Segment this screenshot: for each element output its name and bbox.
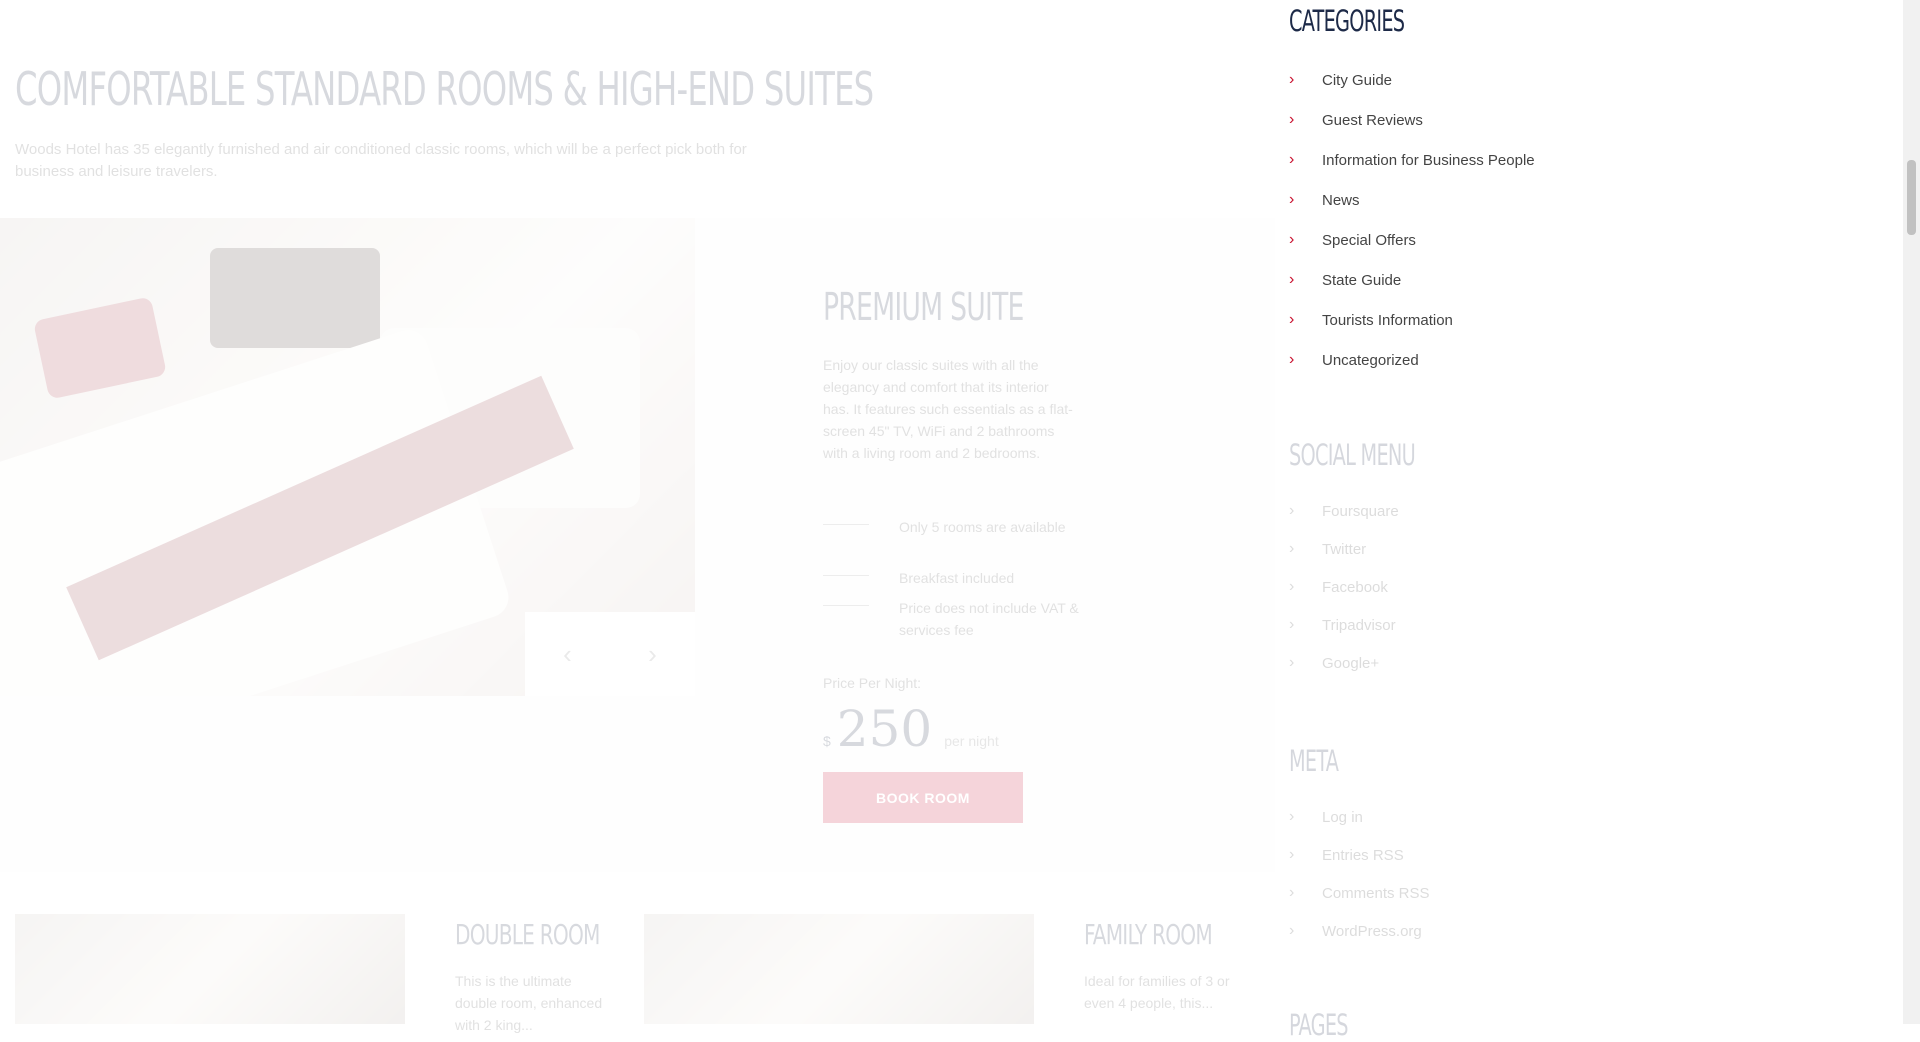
currency-symbol: $ bbox=[823, 733, 831, 749]
page-scrollbar[interactable] bbox=[1903, 0, 1920, 1024]
book-room-button[interactable]: BOOK ROOM bbox=[823, 772, 1023, 823]
room-price: $ 250 per night bbox=[823, 700, 999, 758]
chevron-right-icon: › bbox=[1289, 191, 1295, 208]
room-card-description: This is the ultimate double room, enhanc… bbox=[455, 973, 603, 1033]
meta-title: META bbox=[1289, 744, 1339, 778]
room-title[interactable]: PREMIUM SUITE bbox=[823, 285, 1024, 329]
room-feature: Only 5 rooms are available bbox=[823, 516, 1083, 538]
chevron-right-icon: › bbox=[1289, 151, 1295, 168]
chevron-right-icon: › bbox=[1289, 231, 1295, 248]
chevron-right-icon: › bbox=[1289, 846, 1295, 863]
meta-item[interactable]: › Comments RSS bbox=[1289, 874, 1430, 912]
price-unit: per night bbox=[944, 733, 999, 749]
price-amount: 250 bbox=[836, 700, 933, 758]
chevron-right-icon: › bbox=[1289, 808, 1295, 825]
chevron-right-icon: › bbox=[1289, 884, 1295, 901]
price-label: Price Per Night: bbox=[823, 675, 922, 691]
social-item[interactable]: › Twitter bbox=[1289, 530, 1399, 568]
social-item[interactable]: › Facebook bbox=[1289, 568, 1399, 606]
chevron-right-icon: › bbox=[1289, 578, 1295, 595]
meta-item[interactable]: › Log in bbox=[1289, 798, 1430, 836]
category-item[interactable]: › News bbox=[1289, 180, 1535, 220]
chevron-right-icon: › bbox=[1289, 502, 1295, 519]
category-item[interactable]: › Uncategorized bbox=[1289, 340, 1535, 380]
chevron-right-icon[interactable]: › bbox=[610, 612, 695, 696]
main-content: COMFORTABLE STANDARD ROOMS & HIGH-END SU… bbox=[0, 0, 1275, 1033]
chevron-right-icon: › bbox=[1289, 111, 1295, 128]
meta-item[interactable]: › Entries RSS bbox=[1289, 836, 1430, 874]
categories-title: CATEGORIES bbox=[1289, 4, 1405, 38]
room-description: Enjoy our classic suites with all the el… bbox=[823, 357, 1073, 461]
category-item[interactable]: › Information for Business People bbox=[1289, 140, 1535, 180]
pages-title: PAGES bbox=[1289, 1008, 1349, 1042]
chevron-left-icon[interactable]: ‹ bbox=[525, 612, 610, 696]
page-description: Woods Hotel has 35 elegantly furnished a… bbox=[15, 141, 747, 180]
chevron-right-icon: › bbox=[1289, 616, 1295, 633]
slider-nav: ‹ › bbox=[525, 612, 695, 696]
room-card-image[interactable] bbox=[15, 914, 405, 1024]
category-item[interactable]: › Tourists Information bbox=[1289, 300, 1535, 340]
room-card-image[interactable] bbox=[644, 914, 1034, 1024]
scrollbar-thumb[interactable] bbox=[1907, 160, 1916, 235]
chevron-right-icon: › bbox=[1289, 311, 1295, 328]
category-item[interactable]: › Special Offers bbox=[1289, 220, 1535, 260]
social-item[interactable]: › Google+ bbox=[1289, 644, 1399, 682]
category-item[interactable]: › Guest Reviews bbox=[1289, 100, 1535, 140]
meta-list: › Log in › Entries RSS › Comments RSS › Word… bbox=[1289, 798, 1430, 950]
categories-list: › City Guide › Guest Reviews › Information … bbox=[1289, 60, 1535, 380]
room-card-title[interactable]: FAMILY ROOM bbox=[1084, 918, 1213, 951]
meta-item[interactable]: › WordPress.org bbox=[1289, 912, 1430, 950]
room-card-description: Ideal for families of 3 or even 4 people… bbox=[1084, 973, 1230, 1011]
chevron-right-icon: › bbox=[1289, 654, 1295, 671]
sidebar: CATEGORIES › City Guide › Guest Reviews › I… bbox=[1289, 0, 1889, 1042]
social-menu-list: › Foursquare › Twitter › Facebook › Tripadvi… bbox=[1289, 492, 1399, 682]
room-card-title[interactable]: DOUBLE ROOM bbox=[455, 918, 600, 951]
social-item[interactable]: › Foursquare bbox=[1289, 492, 1399, 530]
category-item[interactable]: › City Guide bbox=[1289, 60, 1535, 100]
chevron-right-icon: › bbox=[1289, 540, 1295, 557]
chevron-right-icon: › bbox=[1289, 271, 1295, 288]
chevron-right-icon: › bbox=[1289, 922, 1295, 939]
chevron-right-icon: › bbox=[1289, 351, 1295, 368]
room-feature: Breakfast included bbox=[823, 567, 1083, 589]
room-feature: Price does not include VAT & services fe… bbox=[823, 597, 1083, 641]
category-item[interactable]: › State Guide bbox=[1289, 260, 1535, 300]
chevron-right-icon: › bbox=[1289, 71, 1295, 88]
social-menu-title: SOCIAL MENU bbox=[1289, 438, 1416, 472]
page-title: COMFORTABLE STANDARD ROOMS & HIGH-END SU… bbox=[15, 62, 874, 116]
social-item[interactable]: › Tripadvisor bbox=[1289, 606, 1399, 644]
